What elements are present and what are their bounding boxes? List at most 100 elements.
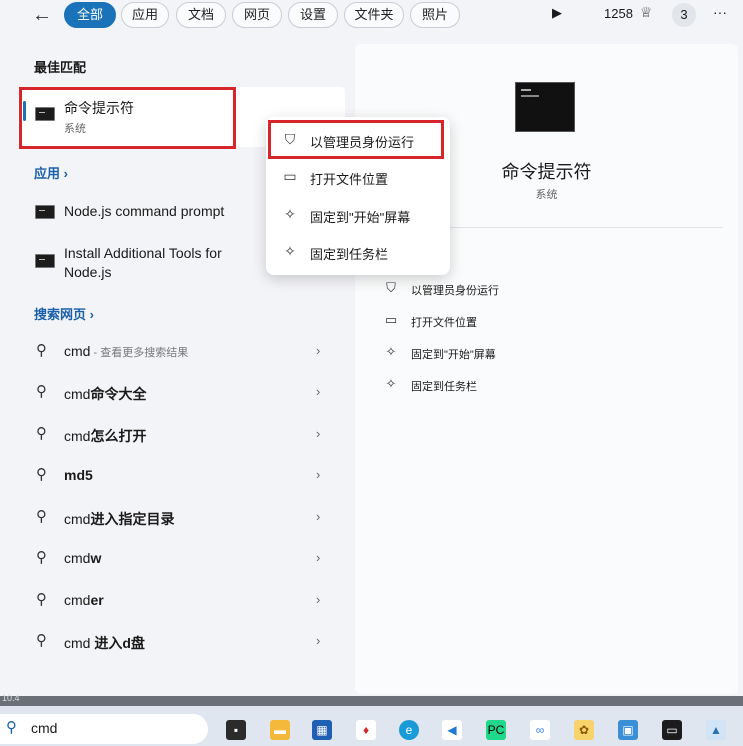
web-suggestion-row[interactable]: ⚲ md5 › <box>18 461 345 493</box>
filter-settings[interactable]: 设置 <box>288 2 338 28</box>
desktop-strip: 10.4 <box>0 693 743 706</box>
web-suggestion-row[interactable]: ⚲ cmd怎么打开 › <box>18 420 345 452</box>
filter-bar: ← 全部 应用 文档 网页 设置 文件夹 照片 ▶ 1258 ♕ 3 ··· <box>0 0 743 34</box>
search-icon: ⚲ <box>36 632 47 649</box>
menu-item-pin-taskbar[interactable]: ✧ 固定到任务栏 <box>266 237 450 267</box>
shield-window-icon: ⛉ <box>386 280 396 295</box>
file-explorer-icon[interactable]: ▬ <box>270 720 290 740</box>
command-prompt-icon <box>35 205 55 219</box>
chevron-right-icon: › <box>316 509 321 524</box>
action-label: 打开文件位置 <box>411 317 477 329</box>
suggestion-prefix: cmd <box>64 635 95 651</box>
pin-icon: ✧ <box>284 206 296 222</box>
apps-heading[interactable]: 应用 › <box>34 163 68 182</box>
command-prompt-icon <box>35 254 55 268</box>
chevron-right-icon: › <box>316 467 321 482</box>
filter-photos[interactable]: 照片 <box>410 2 460 28</box>
pin-icon: ✧ <box>385 376 397 391</box>
best-match-heading: 最佳匹配 <box>34 60 87 75</box>
search-icon: ⚲ <box>36 466 47 483</box>
web-suggestion-row[interactable]: ⚲ cmd命令大全 › <box>18 378 345 410</box>
taskbar-search-box[interactable]: ⚲ cmd <box>0 714 208 744</box>
search-icon: ⚲ <box>36 508 47 525</box>
image-viewer-icon[interactable]: ▲ <box>706 720 726 740</box>
command-prompt-large-icon <box>515 82 575 132</box>
app-item-nodejs-prompt[interactable]: Node.js command prompt <box>64 202 224 220</box>
suggestion-bold: md5 <box>64 467 93 483</box>
web-suggestion-row[interactable]: ⚲ cmdw › <box>18 544 345 576</box>
app-item-install-tools-line2[interactable]: Node.js <box>64 263 111 281</box>
search-icon: ⚲ <box>36 342 47 359</box>
action-label: 固定到任务栏 <box>411 381 477 393</box>
action-label: 固定到"开始"屏幕 <box>411 349 496 361</box>
rewards-points: 1258 <box>604 6 633 21</box>
menu-item-pin-start[interactable]: ✧ 固定到"开始"屏幕 <box>266 200 450 230</box>
trophy-icon[interactable]: ♕ <box>640 4 653 21</box>
suggestion-bold: 进入指定目录 <box>90 511 175 527</box>
suggestion-bold: w <box>90 550 102 566</box>
menu-item-label: 打开文件位置 <box>310 172 389 187</box>
store-icon[interactable]: ▦ <box>312 720 332 740</box>
filter-apps[interactable]: 应用 <box>121 2 169 28</box>
app-red-icon[interactable]: ♦ <box>356 720 376 740</box>
suggestion-hint: - 查看更多搜索结果 <box>90 347 189 359</box>
chevron-right-icon: › <box>316 633 321 648</box>
menu-item-open-location[interactable]: ▭ 打开文件位置 <box>266 162 450 192</box>
web-suggestion-row[interactable]: ⚲ cmder › <box>18 586 345 618</box>
search-icon: ⚲ <box>36 591 47 608</box>
taskbar: ⚲ cmd ▪ ▬ ▦ ♦ e ◀ PC ∞ ✿ ▣ ▭ ▲ <box>0 706 743 746</box>
more-options-button[interactable]: ··· <box>713 4 727 20</box>
search-icon: ⚲ <box>36 425 47 442</box>
chevron-right-icon: › <box>316 592 321 607</box>
monitor-icon[interactable]: ▣ <box>618 720 638 740</box>
play-icon[interactable]: ▶ <box>552 5 562 21</box>
suggestion-bold: 进入d盘 <box>94 635 145 651</box>
suggestion-bold: 命令大全 <box>90 386 147 402</box>
folder-icon: ▭ <box>384 312 398 327</box>
pycharm-icon[interactable]: PC <box>486 720 506 740</box>
web-suggestion-row[interactable]: ⚲ cmd 进入d盘 › <box>18 627 345 659</box>
filter-folders[interactable]: 文件夹 <box>344 2 404 28</box>
highlight-box-run-as-admin <box>268 120 444 159</box>
suggestion-bold: er <box>90 592 104 608</box>
suggestion-prefix: cmd <box>64 592 91 608</box>
filter-docs[interactable]: 文档 <box>176 2 226 28</box>
suggestion-prefix: cmd <box>64 386 91 402</box>
chevron-right-icon: › <box>316 384 321 399</box>
action-label: 以管理员身份运行 <box>411 285 499 297</box>
suggestion-prefix: cmd <box>64 428 91 444</box>
notes-icon[interactable]: ✿ <box>574 720 594 740</box>
suggestion-bold: 怎么打开 <box>90 428 147 444</box>
search-icon: ⚲ <box>36 549 47 566</box>
search-icon: ⚲ <box>36 383 47 400</box>
arrow-left-icon[interactable]: ← <box>32 4 52 27</box>
suggestion-prefix: cmd <box>64 343 91 359</box>
desktop-strip-text: 10.4 <box>2 693 20 703</box>
filter-all[interactable]: 全部 <box>64 2 116 28</box>
highlight-box-best-match <box>19 87 236 149</box>
app-item-install-tools[interactable]: Install Additional Tools for <box>64 244 222 262</box>
task-view-icon[interactable]: ▪ <box>226 720 246 740</box>
edge-icon[interactable]: e <box>399 720 419 740</box>
vscode-icon[interactable]: ◀ <box>442 720 462 740</box>
chevron-right-icon: › <box>316 426 321 441</box>
menu-item-label: 固定到"开始"屏幕 <box>310 210 411 225</box>
filter-web[interactable]: 网页 <box>232 2 282 28</box>
notification-badge[interactable]: 3 <box>672 3 696 27</box>
pin-icon: ✧ <box>385 344 397 359</box>
pin-icon: ✧ <box>284 243 296 259</box>
web-heading[interactable]: 搜索网页 › <box>34 304 94 323</box>
search-panel: ← 全部 应用 文档 网页 设置 文件夹 照片 ▶ 1258 ♕ 3 ··· 最… <box>0 0 743 696</box>
terminal-icon[interactable]: ▭ <box>662 720 682 740</box>
suggestion-prefix: cmd <box>64 550 91 566</box>
search-input[interactable]: cmd <box>31 720 57 736</box>
baidu-netdisk-icon[interactable]: ∞ <box>530 720 550 740</box>
web-suggestion-row[interactable]: ⚲ cmd进入指定目录 › <box>18 503 345 535</box>
search-icon: ⚲ <box>6 719 17 736</box>
chevron-right-icon: › <box>316 343 321 358</box>
chevron-right-icon: › <box>316 550 321 565</box>
web-suggestion-row[interactable]: ⚲ cmd - 查看更多搜索结果 › <box>18 337 345 369</box>
menu-item-label: 固定到任务栏 <box>310 247 389 262</box>
suggestion-prefix: cmd <box>64 511 91 527</box>
folder-icon: ▭ <box>283 168 297 184</box>
